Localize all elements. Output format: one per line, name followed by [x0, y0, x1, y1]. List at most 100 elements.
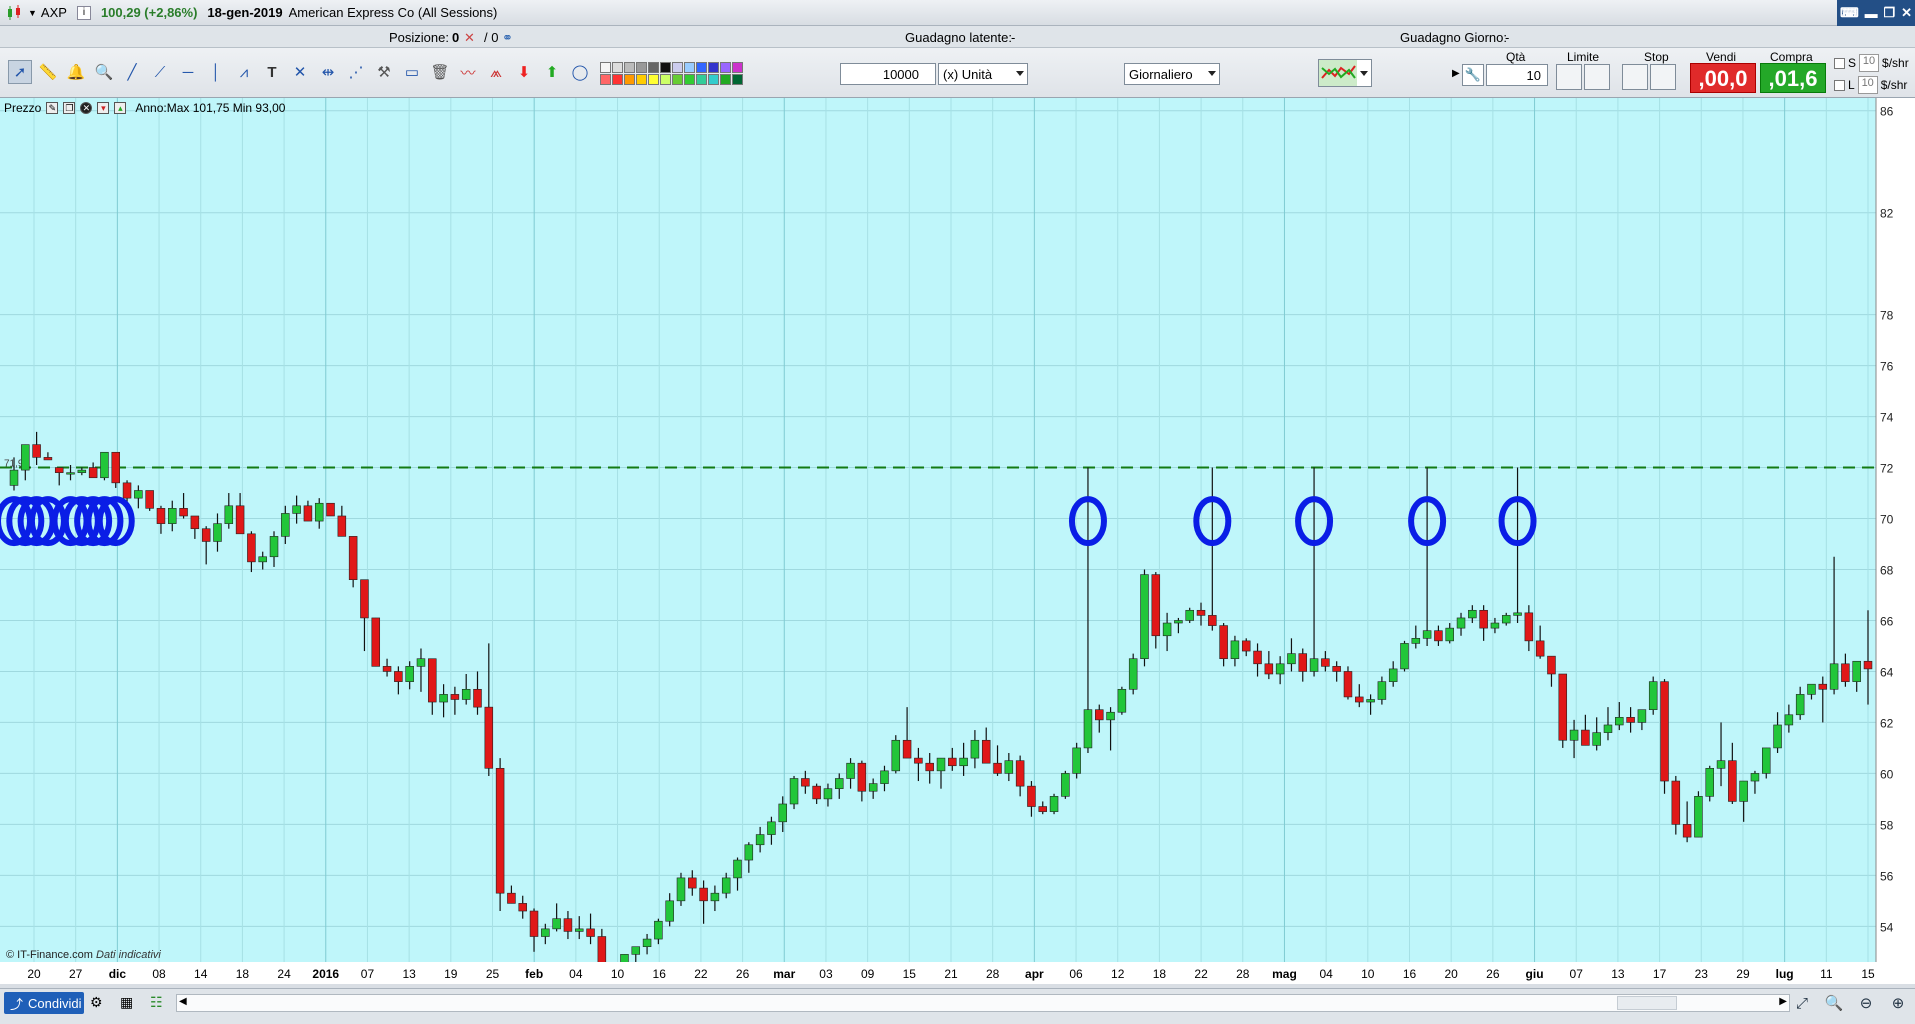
sell-arrow-icon[interactable]: ⬇	[512, 60, 536, 84]
period-select[interactable]: Giornaliero	[1124, 63, 1220, 85]
candle-up	[213, 523, 222, 542]
candlestick-chart-svg[interactable]: 86827876747270686664626058565471,97	[0, 98, 1915, 988]
trendline-icon[interactable]: ╱	[120, 60, 144, 84]
buy-button[interactable]: ,01,6	[1760, 63, 1826, 93]
color-swatch[interactable]	[708, 62, 719, 73]
zoom-in-icon[interactable]: ⊕	[1887, 992, 1909, 1014]
calculator-icon[interactable]: ▦	[120, 994, 133, 1011]
color-swatch[interactable]	[600, 74, 611, 85]
stop-loss-input[interactable]: 10	[1859, 54, 1880, 72]
color-swatch[interactable]	[612, 62, 623, 73]
sell-button[interactable]: ,00,0	[1690, 63, 1756, 93]
color-swatch[interactable]	[624, 62, 635, 73]
close-icon[interactable]: ✕	[1901, 5, 1912, 21]
fibonacci-icon[interactable]: ✕	[288, 60, 312, 84]
candle-down	[303, 505, 313, 522]
candle-down	[812, 785, 821, 800]
candle-down	[1219, 625, 1228, 660]
zoom-out-icon[interactable]: ⊖	[1855, 992, 1877, 1014]
stop-buy-icon[interactable]	[1622, 64, 1648, 90]
color-swatch[interactable]	[672, 74, 683, 85]
wrench-icon[interactable]: 🔧	[1462, 64, 1484, 86]
arrows-icon[interactable]: ⇹	[316, 60, 340, 84]
buy-arrow-icon[interactable]: ⬆	[540, 60, 564, 84]
share-button[interactable]: ⤴ Condividi	[4, 992, 84, 1014]
candle-up	[891, 739, 901, 772]
copy-icon[interactable]: ❐	[63, 102, 76, 114]
link-icon[interactable]: ⚭	[502, 30, 513, 46]
y-tick-label: 68	[1880, 564, 1894, 578]
lasso-icon[interactable]: ◯	[568, 60, 592, 84]
chevron-down-icon	[1360, 71, 1368, 76]
zoom-fit-icon[interactable]: 🔍	[1823, 992, 1845, 1014]
trash-icon[interactable]: 🗑	[428, 60, 452, 84]
candle-down	[1547, 655, 1556, 675]
color-swatch[interactable]	[648, 62, 659, 73]
quantity-input[interactable]: 10000	[840, 63, 936, 85]
pointer-icon[interactable]: ➚	[8, 60, 32, 84]
move-up-icon[interactable]: ▴	[114, 102, 127, 114]
limit-buy-icon[interactable]	[1556, 64, 1582, 90]
layout-icon[interactable]: ☷	[150, 994, 163, 1011]
position-close-icon[interactable]: ✕	[464, 30, 475, 46]
color-swatch[interactable]	[720, 62, 731, 73]
take-profit-checkbox[interactable]	[1834, 79, 1845, 91]
ruler-icon[interactable]: 📏	[36, 60, 60, 84]
symbol-dropdown[interactable]: ▼ AXP	[28, 5, 67, 20]
color-swatch[interactable]	[636, 62, 647, 73]
color-swatch[interactable]	[696, 74, 707, 85]
color-swatch[interactable]	[732, 62, 743, 73]
keyboard-icon[interactable]: ⌨	[1840, 5, 1859, 21]
color-swatch[interactable]	[696, 62, 707, 73]
color-swatch[interactable]	[660, 74, 671, 85]
channel-icon[interactable]: ⋰	[344, 60, 368, 84]
chart-drawing-icon[interactable]: ⩘	[232, 60, 256, 84]
bell-icon[interactable]: 🔔	[64, 60, 88, 84]
minimize-icon[interactable]: ▬	[1865, 6, 1878, 21]
chart-type-select[interactable]	[1318, 59, 1372, 87]
color-swatch[interactable]	[660, 62, 671, 73]
color-swatch[interactable]	[708, 74, 719, 85]
candle-up	[1061, 773, 1070, 797]
indicator-icon[interactable]: ⚙	[90, 994, 103, 1011]
stop-loss-checkbox[interactable]	[1834, 57, 1845, 69]
scroll-left-icon[interactable]: ◀	[179, 996, 187, 1007]
price-chart[interactable]: 86 82 78 76 74 72 70 68 66 64 62 60 58 56 54 71,97	[0, 98, 1915, 988]
color-swatch[interactable]	[684, 62, 695, 73]
scroll-right-icon[interactable]: ▶	[1779, 996, 1787, 1007]
wave-icon[interactable]: 〰	[456, 60, 480, 84]
color-swatch[interactable]	[648, 74, 659, 85]
color-swatch[interactable]	[672, 62, 683, 73]
horizontal-line-icon[interactable]: ─	[176, 60, 200, 84]
rectangle-icon[interactable]: ▭	[400, 60, 424, 84]
restore-icon[interactable]: ❐	[1884, 5, 1896, 21]
take-profit-input[interactable]: 10	[1857, 76, 1878, 94]
vertical-line-icon[interactable]: │	[204, 60, 228, 84]
color-swatch[interactable]	[624, 74, 635, 85]
limit-sell-icon[interactable]	[1584, 64, 1610, 90]
close-icon[interactable]: ✕	[80, 102, 93, 114]
info-icon[interactable]: i	[76, 5, 91, 20]
ray-icon[interactable]: ⟋	[148, 60, 172, 84]
candle-up	[552, 918, 561, 930]
horizontal-scrollbar[interactable]: ◀ ▶	[176, 994, 1790, 1012]
color-swatch[interactable]	[612, 74, 623, 85]
scroll-thumb[interactable]	[1617, 996, 1677, 1010]
pattern-icon[interactable]: ⩕	[484, 60, 508, 84]
trade-qty-input[interactable]: 10	[1486, 64, 1548, 86]
color-swatch[interactable]	[636, 74, 647, 85]
color-swatch[interactable]	[720, 74, 731, 85]
color-swatch[interactable]	[732, 74, 743, 85]
zoom-icon[interactable]: 🔍	[92, 60, 116, 84]
expand-arrow-icon[interactable]: ▶	[1452, 68, 1460, 79]
color-swatch[interactable]	[684, 74, 695, 85]
unit-select[interactable]: (x) Unità	[938, 63, 1028, 85]
stop-sell-icon[interactable]	[1650, 64, 1676, 90]
move-down-icon[interactable]: ▾	[97, 102, 110, 114]
magnet-icon[interactable]: ⚒	[372, 60, 396, 84]
text-icon[interactable]: T	[260, 60, 284, 84]
color-swatch[interactable]	[600, 62, 611, 73]
y-tick-label: 86	[1880, 105, 1894, 119]
wrench-icon[interactable]: ✎	[46, 102, 59, 114]
auto-scale-icon[interactable]: ⤢	[1791, 992, 1813, 1014]
